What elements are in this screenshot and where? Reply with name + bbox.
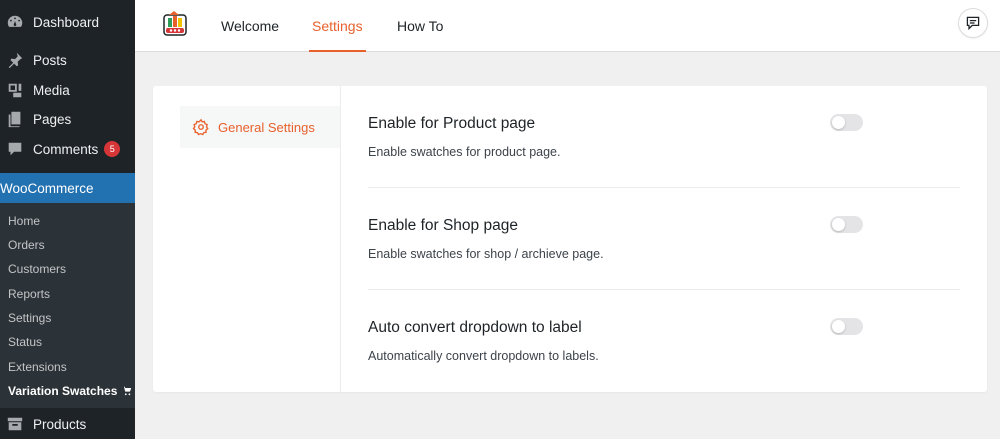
tab-settings[interactable]: Settings (309, 0, 366, 52)
toggle-knob (832, 320, 845, 333)
toggle-knob (832, 218, 845, 231)
comments-count-badge: 5 (104, 141, 121, 157)
sidebar-item-dashboard[interactable]: Dashboard (0, 7, 135, 37)
cart-icon (122, 386, 132, 396)
setting-shop-page: Enable for Shop page Enable swatches for… (368, 217, 960, 261)
woocommerce-submenu: Home Orders Customers Reports Settings S… (0, 203, 135, 408)
setting-description: Enable swatches for product page. (368, 145, 561, 159)
toggle-auto-convert[interactable] (830, 318, 863, 335)
tab-label: Settings (312, 18, 363, 34)
submenu-item-reports[interactable]: Reports (8, 287, 50, 301)
toggle-knob (832, 116, 845, 129)
sidebar-item-label: Posts (33, 52, 67, 68)
plugin-header: Welcome Settings How To (135, 0, 1000, 52)
submenu-item-customers[interactable]: Customers (8, 262, 66, 276)
submenu-item-settings[interactable]: Settings (8, 311, 51, 325)
setting-product-page: Enable for Product page Enable swatches … (368, 115, 960, 159)
dashboard-icon (5, 12, 25, 32)
toggle-product-page[interactable] (830, 114, 863, 131)
setting-title: Enable for Product page (368, 115, 536, 132)
comments-icon (5, 139, 25, 159)
plugin-logo-icon (163, 11, 187, 36)
settings-nav: General Settings (153, 86, 341, 392)
submenu-item-orders[interactable]: Orders (8, 238, 45, 252)
setting-description: Automatically convert dropdown to labels… (368, 349, 599, 363)
setting-description: Enable swatches for shop / archieve page… (368, 247, 604, 261)
archive-icon (5, 414, 25, 434)
submenu-item-home[interactable]: Home (8, 214, 40, 228)
sidebar-item-label: Dashboard (33, 14, 100, 30)
tab-label: How To (397, 18, 444, 34)
settings-panel: General Settings Enable for Product page… (153, 86, 987, 392)
nav-item-label: General Settings (218, 119, 315, 135)
feedback-button[interactable] (958, 8, 988, 38)
submenu-item-label: Variation Swatches (8, 384, 118, 398)
submenu-item-status[interactable]: Status (8, 335, 42, 349)
media-icon (5, 80, 25, 100)
sidebar-item-products[interactable]: Products (0, 409, 135, 439)
sidebar-item-woocommerce[interactable]: woo WooCommerce (0, 173, 143, 208)
divider (368, 289, 960, 290)
nav-general-settings[interactable]: General Settings (180, 106, 340, 148)
sidebar-item-posts[interactable]: Posts (0, 45, 135, 75)
current-menu-arrow (135, 180, 143, 196)
feedback-icon (966, 16, 980, 31)
sidebar-item-pages[interactable]: Pages (0, 104, 135, 134)
submenu-item-variation-swatches[interactable]: Variation Swatches (8, 384, 133, 398)
active-tab-indicator (309, 50, 366, 52)
sidebar-item-media[interactable]: Media (0, 75, 135, 105)
admin-sidebar: Dashboard Posts Media Pages Comments 5 w… (0, 0, 143, 439)
sidebar-item-label: WooCommerce (0, 180, 94, 196)
setting-title: Auto convert dropdown to label (368, 319, 582, 336)
setting-auto-convert: Auto convert dropdown to label Automatic… (368, 319, 960, 363)
setting-title: Enable for Shop page (368, 217, 518, 234)
toggle-shop-page[interactable] (830, 216, 863, 233)
gear-icon (192, 118, 209, 136)
sidebar-item-label: Media (33, 82, 70, 98)
pages-icon (5, 109, 25, 129)
divider (368, 187, 960, 188)
submenu-item-extensions[interactable]: Extensions (8, 360, 67, 374)
tab-how-to[interactable]: How To (397, 0, 443, 52)
pushpin-icon (5, 50, 25, 70)
tab-label: Welcome (221, 18, 280, 34)
sidebar-item-label: Comments (33, 141, 99, 157)
sidebar-item-label: Products (33, 416, 87, 432)
tab-welcome[interactable]: Welcome (221, 0, 279, 52)
sidebar-item-label: Pages (33, 111, 72, 127)
sidebar-item-comments[interactable]: Comments 5 (0, 134, 135, 164)
